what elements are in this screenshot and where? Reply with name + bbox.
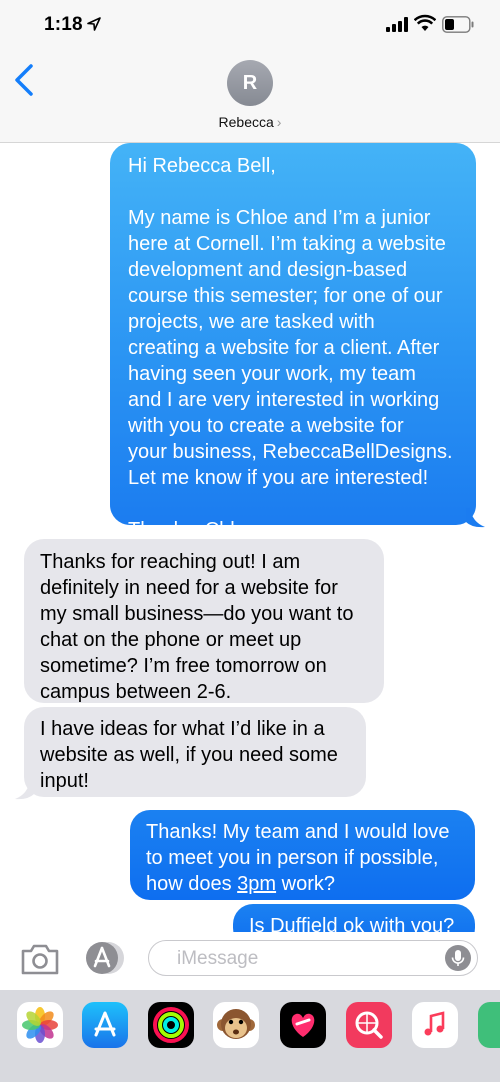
status-time: 1:18	[44, 14, 83, 35]
contact-name: Rebecca	[218, 114, 274, 130]
imessage-input[interactable]: iMessage	[148, 940, 478, 976]
contact-name-button[interactable]: Rebecca ›	[0, 114, 500, 130]
message-bubble-incoming[interactable]: Thanks for reaching out! I am definitely…	[24, 539, 384, 703]
camera-icon[interactable]	[20, 942, 60, 976]
app-store-icon[interactable]	[82, 1002, 128, 1048]
web-search-icon[interactable]	[346, 1002, 392, 1048]
app-store-icon[interactable]	[84, 940, 126, 976]
message-bubble-outgoing[interactable]: Hi Rebecca Bell, My name is Chloe and I’…	[110, 143, 476, 541]
bubble-tail	[466, 508, 485, 528]
cellular-signal-icon	[386, 17, 408, 32]
music-icon[interactable]	[412, 1002, 458, 1048]
photos-icon[interactable]	[17, 1002, 63, 1048]
bubble-tail	[15, 780, 34, 800]
chevron-left-icon[interactable]	[10, 62, 40, 98]
location-arrow-icon	[87, 17, 101, 31]
message-bubble-outgoing[interactable]: Thanks! My team and I would love to meet…	[130, 810, 475, 900]
conversation-header: R Rebecca ›	[0, 50, 500, 143]
more-app-icon[interactable]	[478, 1002, 500, 1048]
app-drawer	[0, 990, 500, 1082]
message-text: work?	[276, 873, 335, 895]
monkey-emoji-icon[interactable]	[213, 1002, 259, 1048]
wifi-icon	[414, 14, 436, 31]
battery-icon	[442, 16, 474, 33]
activity-icon[interactable]	[148, 1002, 194, 1048]
imessage-placeholder: iMessage	[177, 948, 259, 969]
message-bubble-incoming[interactable]: I have ideas for what I’d like in a webs…	[24, 707, 366, 797]
chevron-right-icon: ›	[276, 114, 282, 130]
contact-avatar[interactable]: R	[227, 60, 273, 106]
message-link-time[interactable]: 3pm	[237, 873, 276, 895]
status-bar: 1:18	[0, 0, 500, 50]
digital-touch-icon[interactable]	[280, 1002, 326, 1048]
microphone-icon[interactable]	[445, 945, 471, 971]
